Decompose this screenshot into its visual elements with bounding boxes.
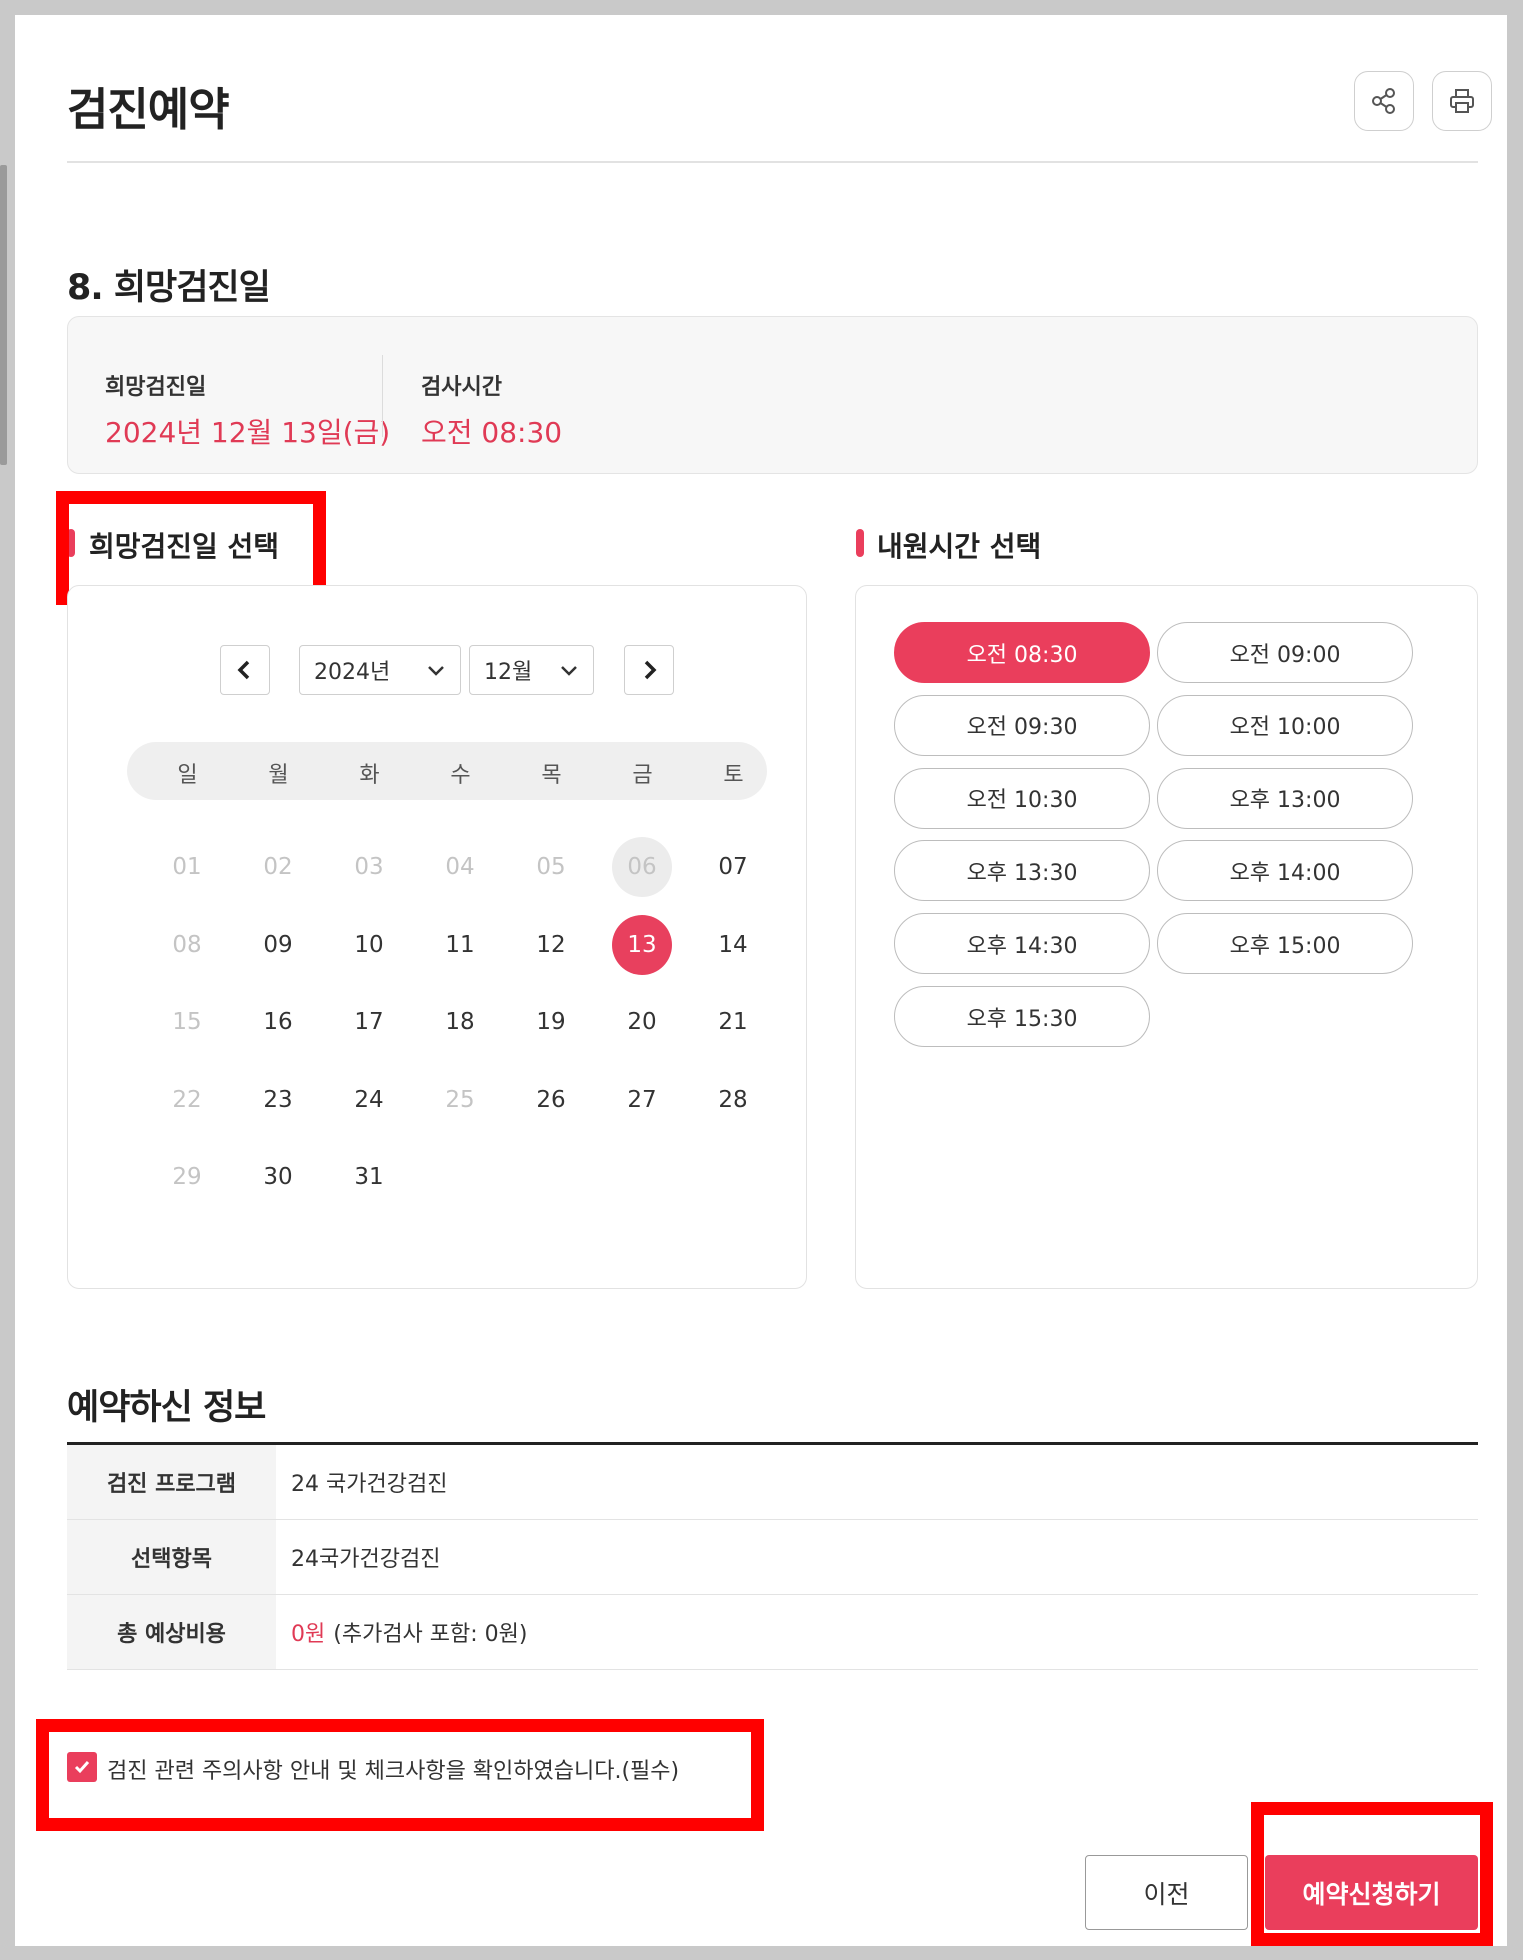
calendar-day[interactable]: 14 (703, 915, 763, 975)
weekday-label: 금 (632, 763, 653, 788)
calendar-day[interactable]: 31 (339, 1147, 399, 1207)
calendar-day[interactable]: 24 (339, 1070, 399, 1130)
calendar-day: 29 (172, 1164, 202, 1190)
calendar-day: 05 (536, 854, 566, 880)
time-slot-button[interactable]: 오후 14:30 (894, 913, 1150, 975)
calendar-day[interactable]: 12 (521, 915, 581, 975)
summary-time-label: 검사시간 (421, 375, 502, 400)
weekday-label: 월 (268, 763, 289, 788)
calendar-day: 15 (172, 1009, 202, 1035)
weekday-label: 화 (359, 763, 380, 788)
left-edge-scroll (0, 165, 7, 465)
weekday-row: 일월화수목금토 (142, 757, 779, 789)
time-slot-button[interactable]: 오전 09:00 (1157, 622, 1413, 683)
time-slot-button[interactable]: 오후 15:00 (1157, 913, 1413, 975)
calendar-day[interactable]: 13 (612, 914, 672, 975)
chevron-left-icon (237, 660, 250, 680)
prev-button[interactable]: 이전 (1085, 1855, 1248, 1930)
time-slot-button[interactable]: 오전 10:30 (894, 767, 1150, 829)
calendar-day: 08 (172, 931, 202, 958)
time-title: 내원시간 선택 (877, 530, 1042, 563)
month-select-value: 12월 (484, 660, 533, 685)
time-slot-button[interactable]: 오후 14:00 (1157, 840, 1413, 902)
row-value-items: 24국가건강검진 (291, 1547, 441, 1572)
calendar-day[interactable]: 09 (248, 915, 308, 975)
calendar-day: 06 (612, 837, 672, 897)
calendar-day: 04 (445, 854, 475, 880)
time-title-bar (856, 529, 864, 557)
chevron-right-icon (644, 660, 657, 680)
section-title: 8. 희망검진일 (67, 268, 271, 308)
page-title: 검진예약 (67, 83, 230, 136)
next-month-button[interactable] (624, 645, 674, 695)
table-row: 검진 프로그램 24 국가건강검진 (67, 1445, 1478, 1520)
table-row: 선택항목 24국가건강검진 (67, 1520, 1478, 1595)
time-slot-button[interactable]: 오전 09:30 (894, 694, 1150, 756)
summary-date-value: 2024년 12월 13일(금) (105, 416, 391, 449)
summary-date-label: 희망검진일 (105, 375, 207, 400)
time-slot-button[interactable]: 오전 10:00 (1157, 694, 1413, 756)
info-title: 예약하신 정보 (67, 1388, 266, 1428)
time-slot-button[interactable]: 오후 15:30 (894, 986, 1150, 1047)
share-button[interactable] (1354, 71, 1414, 131)
calendar-grid: 01 02 03 04 05 06 07 08 09 10 11 12 13 14 15 16 17 18 19 20… (157, 837, 857, 1257)
weekday-label: 수 (450, 763, 471, 788)
table-row: 총 예상비용 0원 (추가검사 포함: 0원) (67, 1595, 1478, 1670)
weekday-label: 목 (541, 763, 562, 788)
calendar-day: 02 (263, 854, 293, 880)
print-button[interactable] (1432, 71, 1492, 131)
time-slot-button[interactable]: 오전 08:30 (894, 622, 1150, 683)
calendar-day[interactable]: 07 (703, 837, 763, 897)
calendar-day[interactable]: 19 (521, 992, 581, 1052)
calendar-day[interactable]: 28 (703, 1070, 763, 1130)
page: 검진예약 8. 희망검진일 희망검진일 2024년 12월 13일(금) 검사시… (15, 15, 1507, 1946)
calendar-day: 25 (445, 1086, 475, 1113)
calendar-day: 01 (172, 854, 202, 880)
time-slot-button[interactable]: 오후 13:30 (894, 840, 1150, 902)
month-select[interactable]: 12월 (469, 645, 594, 695)
chevron-down-icon (428, 666, 444, 676)
weekday-label: 토 (723, 763, 744, 788)
highlight-submit (1251, 1802, 1493, 1946)
calendar-day[interactable]: 27 (612, 1070, 672, 1130)
print-icon (1450, 89, 1474, 113)
calendar-day[interactable]: 18 (430, 992, 490, 1052)
calendar-day[interactable]: 10 (339, 915, 399, 975)
row-value-cost: 0원 (추가검사 포함: 0원) (276, 1595, 1478, 1669)
cost-extra: (추가검사 포함: 0원) (333, 1622, 528, 1647)
summary-divider (382, 355, 383, 437)
calendar-day[interactable]: 21 (703, 992, 763, 1052)
row-value-program: 24 국가건강검진 (291, 1472, 448, 1497)
calendar-day: 03 (354, 854, 384, 880)
calendar-day[interactable]: 23 (248, 1070, 308, 1130)
cost-amount: 0원 (291, 1622, 326, 1647)
row-label-cost: 총 예상비용 (67, 1595, 276, 1669)
calendar-day[interactable]: 26 (521, 1070, 581, 1130)
weekday-label: 일 (177, 763, 198, 788)
chevron-down-icon (561, 666, 577, 676)
calendar-day[interactable]: 17 (339, 992, 399, 1052)
row-label-program: 검진 프로그램 (67, 1445, 276, 1519)
calendar-day[interactable]: 16 (248, 992, 308, 1052)
share-icon (1372, 88, 1395, 114)
calendar-day: 22 (172, 1086, 202, 1113)
year-select[interactable]: 2024년 (299, 645, 461, 695)
time-slot-button[interactable]: 오후 13:00 (1157, 767, 1413, 829)
calendar-day[interactable]: 11 (430, 915, 490, 975)
calendar-day[interactable]: 30 (248, 1147, 308, 1207)
row-label-items: 선택항목 (67, 1520, 276, 1594)
summary-time-value: 오전 08:30 (421, 416, 563, 449)
time-slot-grid: 오전 08:30 오전 09:00 오전 09:30 오전 10:00 오전 10:30… (894, 622, 1444, 1062)
prev-month-button[interactable] (220, 645, 270, 695)
year-select-value: 2024년 (314, 660, 391, 685)
calendar-day[interactable]: 20 (612, 992, 672, 1052)
header-divider (67, 161, 1478, 163)
highlight-agreement (36, 1719, 764, 1831)
